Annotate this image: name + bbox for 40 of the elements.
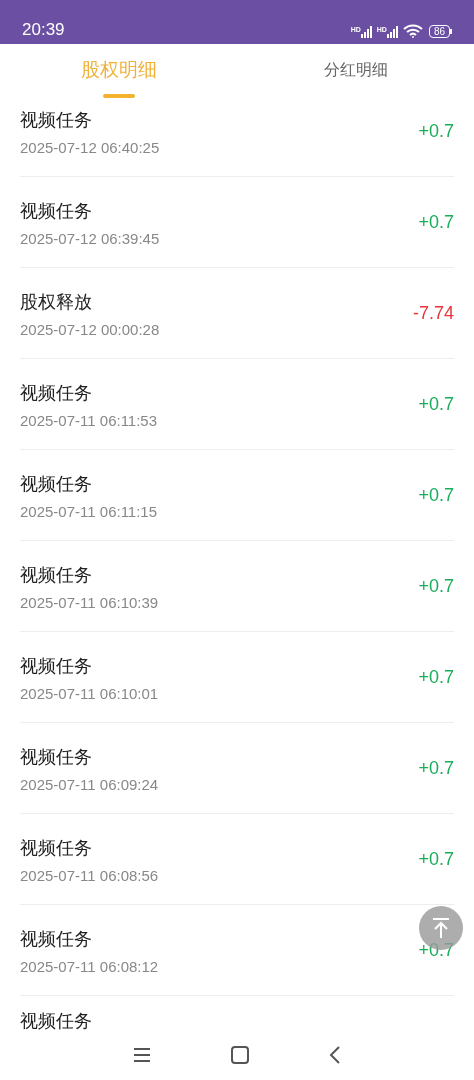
signal-icon	[360, 26, 373, 38]
home-icon[interactable]	[231, 1046, 249, 1064]
record-amount: +0.7	[418, 756, 454, 780]
clock: 20:39	[22, 21, 65, 38]
record-title: 视频任务	[20, 382, 93, 404]
record-amount: +0.7	[418, 210, 454, 234]
record-time: 2025-07-12 06:39:45	[20, 230, 160, 248]
record-title: 视频任务	[20, 109, 93, 131]
record-time: 2025-07-12 00:00:28	[20, 321, 160, 339]
record-amount: +0.7	[418, 665, 454, 689]
record-time: 2025-07-11 06:08:12	[20, 958, 159, 976]
record-time: 2025-07-11 06:10:39	[20, 594, 159, 612]
record-title: 视频任务	[20, 746, 93, 768]
record-time: 2025-07-11 06:10:01	[20, 685, 159, 703]
record-title: 视频任务	[20, 837, 93, 859]
record-amount: +0.7	[418, 938, 454, 962]
record-amount: +0.7	[418, 574, 454, 598]
record-title: 视频任务	[20, 928, 93, 950]
record-time: 2025-07-11 06:11:53	[20, 412, 158, 430]
arrow-up-icon	[431, 917, 451, 939]
record-time: 2025-07-11 06:08:56	[20, 867, 159, 885]
signal-icon	[386, 26, 399, 38]
record-title: 股权释放	[20, 291, 93, 313]
record-title: 视频任务	[20, 473, 93, 495]
back-icon[interactable]	[329, 1046, 341, 1064]
record-amount: +0.7	[418, 119, 454, 143]
wifi-icon	[402, 24, 423, 38]
tab[interactable]: 分红明细	[237, 44, 474, 104]
record-title: 视频任务	[20, 564, 93, 586]
record-time: 2025-07-12 06:40:25	[20, 139, 160, 157]
record-time: 2025-07-11 06:09:24	[20, 776, 159, 794]
record-title: 视频任务	[20, 200, 93, 222]
record-amount: +0.7	[418, 483, 454, 507]
menu-icon[interactable]	[133, 1047, 151, 1063]
record-amount: -7.74	[412, 301, 454, 325]
record-amount: +0.7	[418, 847, 454, 871]
record-title: 视频任务	[20, 1010, 92, 1030]
record-time: 2025-07-11 06:11:15	[20, 503, 158, 521]
record-amount: +0.7	[418, 392, 454, 416]
record-title: 视频任务	[20, 655, 93, 677]
